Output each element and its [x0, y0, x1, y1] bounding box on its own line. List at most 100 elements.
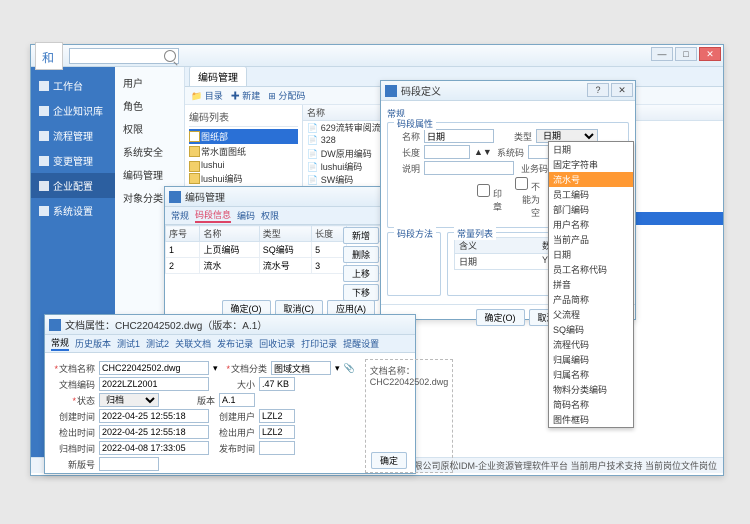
tab-segments[interactable]: 码段信息 [195, 208, 231, 223]
desc-input[interactable] [424, 161, 514, 175]
dropdown-option[interactable]: 物料分类编码 [549, 382, 633, 397]
sidebar-item-workbench[interactable]: 工作台 [31, 73, 115, 98]
size-field [259, 377, 295, 391]
dropdown-option[interactable]: 归属名称 [549, 367, 633, 382]
itime-field [99, 425, 209, 439]
dropdown-option[interactable]: 部门编码 [549, 202, 633, 217]
dropdown-option[interactable]: 日期 [549, 142, 633, 157]
row-add-button[interactable]: 新增 [343, 227, 379, 244]
prop-tab[interactable]: 关联文档 [175, 337, 211, 350]
dropdown-option[interactable]: 固定字符串 [549, 157, 633, 172]
tree-item[interactable]: lushui [189, 159, 298, 171]
workbench-icon [39, 81, 49, 91]
prop-tab[interactable]: 测试1 [117, 337, 140, 350]
ok-button[interactable]: 确定 [371, 452, 407, 469]
dropdown-option[interactable]: 拼音 [549, 277, 633, 292]
dropdown-option[interactable]: 当前产品 [549, 232, 633, 247]
dropdown-option[interactable]: 员工编码 [549, 187, 633, 202]
tblwin-titlebar[interactable]: 编码管理 [165, 187, 381, 207]
tab-general[interactable]: 常规 [171, 209, 189, 222]
window-icon [169, 191, 181, 203]
dropdown-option[interactable]: 产品简称 [549, 292, 633, 307]
nav-security[interactable]: 系统安全 [121, 140, 178, 163]
prop-tab[interactable]: 历史版本 [75, 337, 111, 350]
dropdown-option[interactable]: 简码名称 [549, 397, 633, 412]
ok-button[interactable]: 确定(O) [476, 309, 525, 326]
tool-dir[interactable]: 📁 目录 [191, 89, 223, 102]
doc-properties-window: 文档属性：CHC22042502.dwg（版本：A.1） 常规历史版本测试1 测试… [44, 314, 416, 474]
app-toolbar [31, 45, 723, 67]
dropdown-option[interactable]: 父流程 [549, 307, 633, 322]
nav-role[interactable]: 角色 [121, 94, 178, 117]
row-down-button[interactable]: 下移 [343, 284, 379, 301]
state-select[interactable]: 归档 [99, 393, 159, 407]
tool-new[interactable]: ✚ 新建 [231, 89, 261, 102]
defwin-titlebar[interactable]: 码段定义 ?✕ [381, 81, 635, 101]
dropdown-option[interactable]: 流程代码 [549, 337, 633, 352]
dropdown-option[interactable]: 流水号 [549, 172, 633, 187]
sidebar-item-enterprise[interactable]: 企业配置 [31, 173, 115, 198]
tab-perm[interactable]: 权限 [261, 209, 279, 222]
pubtime-field [259, 441, 295, 455]
doccat-input[interactable] [271, 361, 331, 375]
nav-user[interactable]: 用户 [121, 71, 178, 94]
prop-tabs: 常规历史版本测试1 测试2 关联文档发布记录回收记录打印记录提醒设置 [45, 335, 415, 353]
tree-header: 编码列表 [189, 109, 298, 127]
nav-perm[interactable]: 权限 [121, 117, 178, 140]
notnull-check[interactable] [515, 177, 528, 190]
prop-tab[interactable]: 常规 [51, 336, 69, 351]
len-input[interactable] [424, 145, 470, 159]
tab-coding[interactable]: 编码管理 [189, 66, 247, 86]
nav-coding[interactable]: 编码管理 [121, 163, 178, 186]
prop-tab[interactable]: 测试2 [146, 337, 169, 350]
settings-icon [39, 206, 49, 216]
prop-tab[interactable]: 回收记录 [259, 337, 295, 350]
coding-table-window: 编码管理 常规 码段信息 编码 权限 序号名称类型长度含义 1上页编码SQ编码5… [164, 186, 382, 322]
tblwin-tabs: 常规 码段信息 编码 权限 [165, 207, 381, 225]
dropdown-option[interactable]: 用户名称 [549, 217, 633, 232]
dropdown-option[interactable]: 员工名称代码 [549, 262, 633, 277]
close-button[interactable]: ✕ [611, 83, 633, 97]
segment-define-window: 码段定义 ?✕ 常规 码段属性 名称类型日期 长度▲▼系统码 说明业务码来源 印… [380, 80, 636, 320]
sidebar-item-kb[interactable]: 企业知识库 [31, 98, 115, 123]
flow-icon [39, 131, 49, 141]
cuser-field [259, 409, 295, 423]
ver-field [219, 393, 255, 407]
stamp-check[interactable] [477, 184, 490, 197]
help-button[interactable]: ? [587, 83, 609, 97]
prop-tab[interactable]: 提醒设置 [343, 337, 379, 350]
minimize-button[interactable]: — [651, 47, 673, 61]
prop-tab[interactable]: 发布记录 [217, 337, 253, 350]
sidebar-item-flow[interactable]: 流程管理 [31, 123, 115, 148]
search-icon [164, 50, 176, 62]
close-button[interactable]: ✕ [699, 47, 721, 61]
dropdown-option[interactable]: 归属编码 [549, 352, 633, 367]
row-del-button[interactable]: 删除 [343, 246, 379, 263]
group-attr-title: 码段属性 [394, 117, 436, 130]
docname-input[interactable] [99, 361, 209, 375]
row-up-button[interactable]: 上移 [343, 265, 379, 282]
sidebar-item-change[interactable]: 变更管理 [31, 148, 115, 173]
kb-icon [39, 106, 49, 116]
type-dropdown[interactable]: 日期固定字符串流水号员工编码部门编码用户名称当前产品日期员工名称代码拼音产品简称… [548, 141, 634, 428]
maximize-button[interactable]: □ [675, 47, 697, 61]
propwin-titlebar[interactable]: 文档属性：CHC22042502.dwg（版本：A.1） [45, 315, 415, 335]
tree-item[interactable]: lushui编码 [189, 171, 298, 186]
sidebar-item-settings[interactable]: 系统设置 [31, 198, 115, 223]
tree-item[interactable]: 常水面图纸 [189, 144, 298, 159]
name-input[interactable] [424, 129, 494, 143]
dropdown-option[interactable]: 日期 [549, 247, 633, 262]
prop-tab[interactable]: 打印记录 [301, 337, 337, 350]
doccode-input[interactable] [99, 377, 209, 391]
tool-assign[interactable]: ⊞ 分配码 [268, 89, 305, 102]
change-icon [39, 156, 49, 166]
dropdown-option[interactable]: 图件框码 [549, 412, 633, 427]
search-input[interactable] [69, 48, 179, 64]
tab-codes[interactable]: 编码 [237, 209, 255, 222]
tree-item[interactable]: 图纸部 [189, 129, 298, 144]
newver-input[interactable] [99, 457, 159, 471]
window-icon [385, 85, 397, 97]
dropdown-option[interactable]: SQ编码 [549, 322, 633, 337]
attach-icon[interactable]: 📎 [344, 363, 355, 374]
rtime-field [99, 441, 209, 455]
